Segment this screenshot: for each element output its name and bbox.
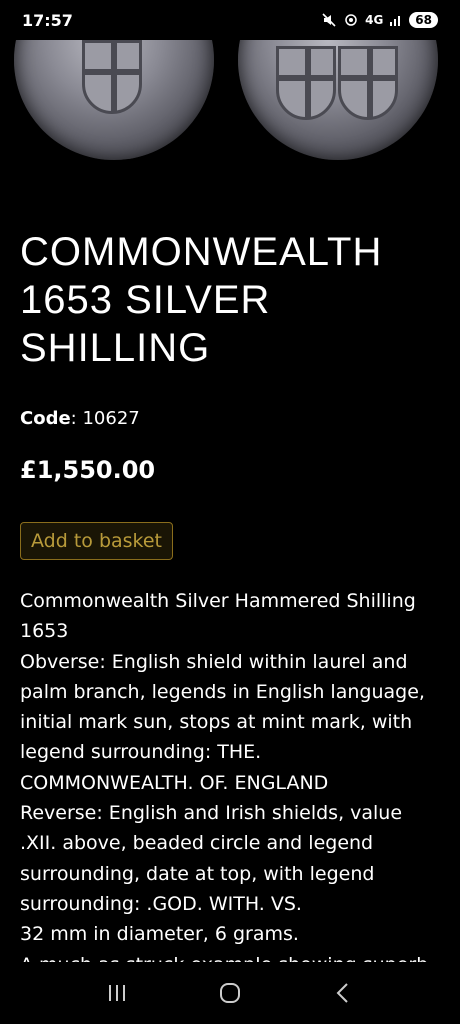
signal-icon — [390, 16, 401, 26]
irish-harp-shield-icon — [338, 46, 398, 120]
system-navigation-bar — [0, 962, 460, 1024]
product-code: Code: 10627 — [20, 408, 140, 429]
product-details: COMMONWEALTH 1653 SILVER SHILLING Code: … — [20, 160, 440, 980]
battery-indicator: 68 — [409, 12, 438, 28]
mute-icon — [322, 13, 336, 27]
network-type: 4G — [365, 13, 384, 27]
english-shield-icon — [82, 40, 142, 114]
product-description: Commonwealth Silver Hammered Shilling 16… — [20, 586, 440, 980]
product-title: COMMONWEALTH 1653 SILVER SHILLING — [20, 230, 383, 370]
home-button[interactable] — [210, 973, 250, 1013]
back-button[interactable] — [323, 973, 363, 1013]
back-icon — [336, 983, 349, 1003]
hotspot-icon — [345, 14, 357, 26]
recents-button[interactable] — [97, 973, 137, 1013]
product-code-label: Code — [20, 408, 71, 429]
status-icons: 4G 68 — [321, 12, 438, 28]
home-icon — [219, 983, 240, 1003]
product-image[interactable] — [0, 36, 460, 160]
product-code-value: 10627 — [82, 408, 140, 429]
status-bar: 17:57 4G 68 — [0, 0, 460, 40]
recents-icon — [108, 985, 125, 1001]
description-line: Commonwealth Silver Hammered Shilling 16… — [20, 590, 416, 643]
description-line: Obverse: English shield within laurel an… — [20, 650, 425, 794]
description-line: 32 mm in diameter, 6 grams. — [20, 923, 299, 946]
description-line: Reverse: English and Irish shields, valu… — [20, 802, 403, 915]
product-price: £1,550.00 — [20, 456, 156, 484]
status-time: 17:57 — [22, 10, 73, 30]
english-shield-icon — [276, 46, 336, 120]
coin-obverse-image — [14, 36, 214, 160]
add-to-basket-button[interactable]: Add to basket — [20, 522, 174, 560]
coin-reverse-image — [238, 36, 438, 160]
